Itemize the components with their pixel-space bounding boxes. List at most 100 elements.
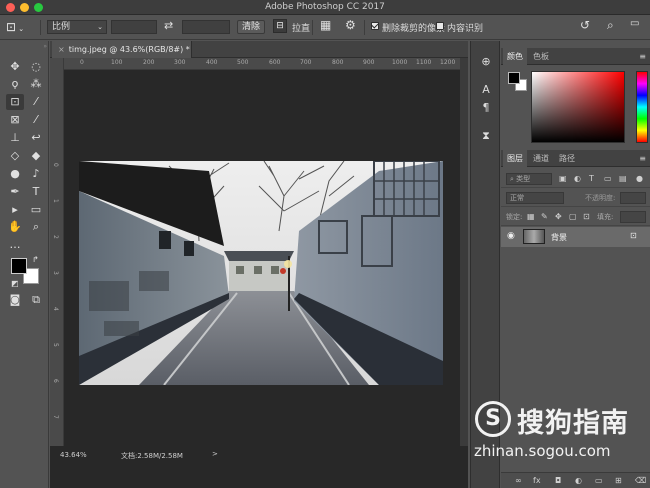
panel-collapse-icon[interactable]: » [2,43,47,50]
new-layer-icon[interactable]: ⊞ [615,476,622,485]
reset-icon[interactable]: ↺ [580,18,590,32]
paragraph-icon[interactable]: ¶ [479,101,493,115]
filter-adjustment-icon[interactable]: ◐ [574,174,581,183]
adjustment-layer-icon[interactable]: ◐ [575,476,582,485]
filter-toggle-icon[interactable]: ● [636,174,643,183]
delete-layer-icon[interactable]: ⌫ [635,476,646,485]
search-icon[interactable]: ⌕ [607,18,614,33]
filter-shape-icon[interactable]: ▭ [604,174,612,183]
default-colors-icon[interactable]: ◩ [11,279,19,288]
add-mask-icon[interactable]: ◘ [555,476,561,485]
overlay-grid-icon[interactable]: ▦ [320,18,331,32]
hue-slider[interactable] [636,71,648,143]
ruler-tick: 5 [52,343,59,347]
tab-color[interactable]: 颜色 [503,48,527,65]
content-aware-checkbox[interactable] [436,22,444,30]
straighten-icon[interactable]: ⊟ [273,19,287,33]
document-tab[interactable]: × timg.jpeg @ 43.6%(RGB/8#) * [52,41,192,58]
filter-type-icon[interactable]: T [589,174,594,183]
type-tool-icon[interactable]: T [27,184,45,200]
layer-filter-value: 类型 [516,175,531,183]
more-tools-icon[interactable]: … [6,237,24,253]
blur-tool-icon[interactable]: ● [6,166,24,182]
libraries-icon[interactable]: ⊕ [479,55,493,69]
fill-field[interactable] [620,211,646,223]
lock-transparent-icon[interactable]: ▦ [527,212,535,221]
document-tab-bar: × timg.jpeg @ 43.6%(RGB/8#) * [50,41,468,58]
clear-button[interactable]: 清除 [237,20,265,34]
character-icon[interactable]: A [479,83,493,97]
screen-mode-icon[interactable]: ⧉ [27,292,45,308]
watermark-logo-letter: S [485,406,501,431]
link-layers-icon[interactable]: ∞ [515,476,522,485]
panel-menu-icon[interactable]: ≡ [639,52,646,61]
lock-position-icon[interactable]: ✥ [555,212,562,221]
document-image[interactable] [79,161,443,385]
quick-mask-icon[interactable]: ◙ [6,292,24,308]
move-tool-icon[interactable]: ✥ [6,59,24,75]
layer-filter-select[interactable]: ⌕ 类型 [506,173,552,185]
zoom-level[interactable]: 43.64% [60,451,87,459]
opacity-field[interactable] [620,192,646,204]
filter-smart-object-icon[interactable]: ▤ [619,174,627,183]
tab-layers[interactable]: 图层 [503,150,527,167]
clone-stamp-tool-icon[interactable]: ⊥ [6,130,24,146]
magic-wand-tool-icon[interactable]: ⁂ [27,76,45,92]
color-picker-field[interactable] [531,71,625,143]
panel-menu-icon[interactable]: ≡ [639,154,646,163]
lock-artboard-icon[interactable]: ▢ [569,212,577,221]
horizontal-ruler[interactable]: 0 100 200 300 400 500 600 700 800 900 10… [64,58,460,70]
layer-style-icon[interactable]: fx [533,476,541,485]
workspace-icon[interactable]: ▭ [630,18,639,29]
crop-tool-icon[interactable]: ⊡ [6,94,24,110]
blend-mode-select[interactable]: 正常 [506,192,564,204]
filter-pixel-icon[interactable]: ▣ [559,174,567,183]
layer-filter-row: ⌕ 类型 ▣ ◐ T ▭ ▤ ● [501,170,650,188]
visibility-eye-icon[interactable]: ◉ [507,231,515,241]
crop-tool-preset-icon[interactable]: ⊡ ⌄ [6,20,32,35]
marquee-tool-icon[interactable]: ◌ [27,59,45,75]
delete-cropped-pixels-checkbox[interactable] [371,22,379,30]
gear-icon[interactable]: ⚙ [345,18,356,32]
history-icon[interactable]: ⧗ [479,129,493,143]
healing-brush-tool-icon[interactable]: ⊠ [6,112,24,128]
new-group-icon[interactable]: ▭ [595,476,603,485]
color-panel-foreground-swatch[interactable] [508,72,520,84]
pen-tool-icon[interactable]: ✒ [6,184,24,200]
tab-swatches[interactable]: 色板 [529,48,553,65]
lasso-tool-icon[interactable]: ϙ [6,76,24,92]
layers-bottom-toolbar: ∞ fx ◘ ◐ ▭ ⊞ ⌫ [501,472,650,488]
ratio-select[interactable]: 比例 ⌄ [47,20,107,34]
brush-tool-icon[interactable]: ⁄ [27,112,45,128]
zoom-tool-icon[interactable]: ⌕ [27,219,45,235]
lock-image-icon[interactable]: ✎ [541,212,548,221]
path-selection-tool-icon[interactable]: ▸ [6,202,24,218]
ruler-tick: 600 [269,59,281,66]
tab-paths[interactable]: 路径 [555,150,579,167]
foreground-color-swatch[interactable] [11,258,27,274]
tab-channels[interactable]: 通道 [529,150,553,167]
swap-icon[interactable]: ⇄ [164,19,173,32]
layer-name[interactable]: 背景 [551,232,567,243]
hand-tool-icon[interactable]: ✋ [6,219,24,235]
close-tab-icon[interactable]: × [58,45,65,54]
lock-all-icon[interactable]: ⊡ [583,212,590,221]
swap-colors-icon[interactable]: ↱ [32,255,39,264]
ratio-width-field[interactable] [111,20,157,34]
ruler-tick: 1200 [440,59,456,66]
paint-bucket-tool-icon[interactable]: ◆ [27,148,45,164]
ruler-tick: 300 [174,59,186,66]
vertical-scrollbar[interactable] [460,58,468,446]
vertical-ruler[interactable]: 0 1 2 3 4 5 6 7 [50,58,64,446]
status-menu-arrow[interactable]: > [212,450,218,458]
ratio-select-value: 比例 [52,22,71,32]
ratio-height-field[interactable] [182,20,230,34]
rectangle-tool-icon[interactable]: ▭ [27,202,45,218]
ruler-tick: 7 [52,415,59,419]
ruler-tick: 1100 [416,59,432,66]
dodge-tool-icon[interactable]: ♪ [27,166,45,182]
eraser-tool-icon[interactable]: ◇ [6,148,24,164]
ruler-tick: 3 [52,271,59,275]
eyedropper-tool-icon[interactable]: ⁄ [27,94,45,110]
history-brush-tool-icon[interactable]: ↩ [27,130,45,146]
